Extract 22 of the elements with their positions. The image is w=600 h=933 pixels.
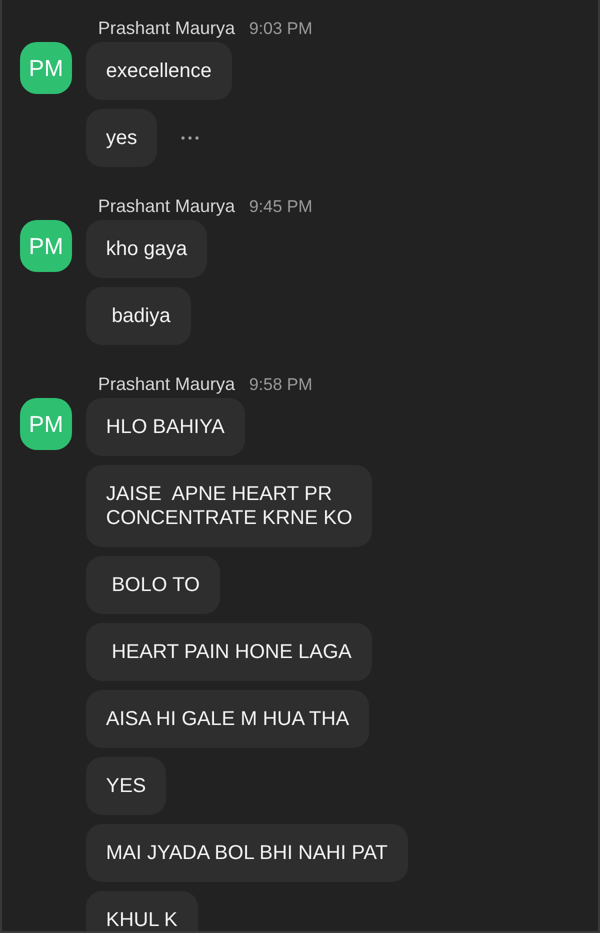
message-bubble: badiya [86, 287, 190, 345]
avatar: PM [20, 220, 72, 272]
message-bubble: HEART PAIN HONE LAGA [86, 623, 372, 681]
message-time: 9:45 PM [249, 197, 312, 217]
message-time: 9:03 PM [249, 19, 312, 39]
message-bubble: JAISE APNE HEART PR CONCENTRATE KRNE KO [86, 465, 372, 547]
message-bubble: MAI JYADA BOL BHI NAHI PAT [86, 824, 408, 882]
message-bubble: AISA HI GALE M HUA THA [86, 690, 370, 748]
message-bubble: kho gaya [86, 220, 208, 278]
avatar: PM [20, 42, 72, 94]
sender-name: Prashant Maurya [98, 18, 236, 39]
sender-name: Prashant Maurya [98, 196, 236, 217]
avatar: PM [20, 398, 72, 450]
message-time: 9:58 PM [249, 375, 312, 395]
message-bubble: yes [86, 109, 158, 167]
message-bubble: KHUL K [86, 891, 198, 931]
more-icon[interactable] [181, 136, 200, 140]
sender-name: Prashant Maurya [98, 374, 236, 395]
message-bubble: YES [86, 757, 166, 815]
message-bubble: execellence [86, 42, 232, 100]
message-bubble: HLO BAHIYA [86, 398, 245, 456]
message-bubble: BOLO TO [86, 556, 220, 614]
